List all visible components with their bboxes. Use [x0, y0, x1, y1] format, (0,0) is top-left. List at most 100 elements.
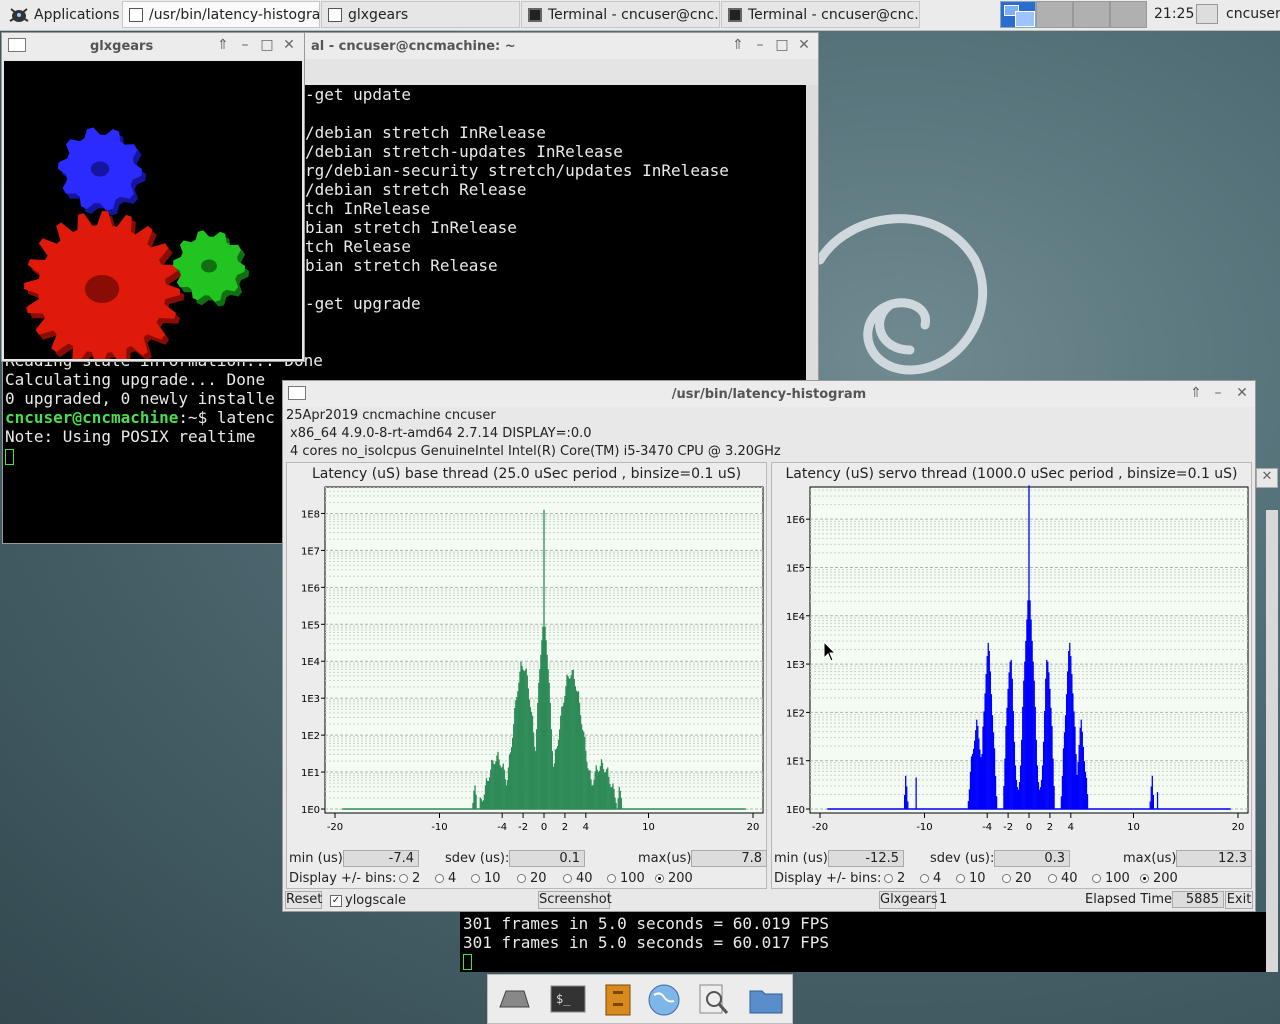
bins-option-100[interactable]: 100 [607, 871, 645, 886]
workspace-4[interactable] [1110, 1, 1147, 28]
bins-option-10[interactable]: 10 [956, 871, 986, 886]
term-line: -get update [305, 85, 411, 104]
y-tick-label: 1E6 [786, 515, 805, 526]
clock[interactable]: 21:25 [1154, 6, 1194, 22]
min-label: min (us) [774, 851, 828, 866]
network-icon[interactable] [1196, 4, 1218, 24]
minimize-icon[interactable]: – [236, 37, 254, 53]
minimize-icon[interactable]: – [1209, 385, 1227, 401]
exit-button[interactable]: Exit [1225, 891, 1253, 909]
term-line: 0 upgraded, 0 newly installe [5, 389, 275, 408]
folder-icon[interactable] [748, 983, 784, 1017]
bins-option-4[interactable]: 4 [435, 871, 456, 886]
y-tick-label: 1E0 [786, 805, 805, 816]
bins-option-label: 200 [1153, 871, 1178, 886]
ylogscale-checkbox[interactable]: ✓ ylogscale [330, 893, 406, 908]
y-tick-label: 1E3 [301, 694, 320, 705]
elapsed-label: Elapsed Time: [1085, 892, 1177, 907]
close-icon[interactable]: ✕ [1233, 385, 1251, 401]
bins-option-40[interactable]: 40 [563, 871, 593, 886]
terminal-scrollbar[interactable] [1266, 510, 1278, 972]
term-line: bian stretch InRelease [305, 218, 517, 237]
term-line: bian stretch Release [305, 256, 498, 275]
task-label: glxgears [348, 6, 409, 23]
ylogscale-label: ylogscale [345, 893, 407, 908]
y-tick-label: 1E2 [301, 731, 320, 742]
bins-option-200[interactable]: 200 [1140, 871, 1178, 886]
servo-histogram-chart: 1E01E11E21E31E41E51E6-20 -10 -4 -2 0 2 4 10 20 [786, 485, 1249, 833]
y-tick-label: 1E4 [786, 612, 805, 623]
workspace-2[interactable] [1036, 1, 1073, 28]
y-tick-label: 1E0 [301, 805, 320, 816]
workspace-3[interactable] [1073, 1, 1110, 28]
close-icon[interactable]: ✕ [795, 37, 813, 53]
bins-option-10[interactable]: 10 [471, 871, 501, 886]
show-desktop-icon[interactable] [496, 983, 532, 1017]
web-browser-icon[interactable] [646, 983, 682, 1017]
terminal-output[interactable]: 301 frames in 5.0 seconds = 60.019 FPS 3… [460, 912, 1266, 972]
bins-option-40[interactable]: 40 [1048, 871, 1078, 886]
maximize-icon[interactable]: □ [773, 37, 791, 53]
applications-icon [9, 7, 29, 22]
bins-option-2[interactable]: 2 [884, 871, 905, 886]
window-title: /usr/bin/latency-histogram [671, 386, 867, 402]
info-line-system: x86_64 4.9.0-8-rt-amd64 2.7.14 DISPLAY=:… [290, 426, 592, 441]
x-tick-label: 10 [1127, 822, 1140, 833]
term-line: /debian stretch-updates InRelease [305, 142, 623, 161]
bins-option-label: 200 [668, 871, 693, 886]
radio-icon [1140, 874, 1149, 883]
servo-thread-panel: Latency (uS) servo thread (1000.0 uSec p… [771, 462, 1252, 889]
x-tick-label: -10 [916, 822, 932, 833]
task-terminal-1[interactable]: Terminal - cncuser@cnc... [521, 1, 720, 28]
y-tick-label: 1E5 [301, 620, 320, 631]
task-glxgears[interactable]: glxgears [321, 1, 520, 28]
window-icon [129, 7, 143, 22]
workspace-1[interactable] [1000, 1, 1036, 28]
terminal-cursor [463, 954, 472, 970]
reset-button[interactable]: Reset [285, 891, 322, 909]
servo-plot-title: Latency (uS) servo thread (1000.0 uSec p… [785, 466, 1238, 482]
applications-menu[interactable]: Applications [2, 1, 120, 28]
close-icon[interactable]: ✕ [280, 37, 298, 53]
bins-option-20[interactable]: 20 [517, 871, 547, 886]
bins-option-label: 10 [484, 871, 501, 886]
base-sdev-value: 0.1 [509, 850, 585, 867]
gears-render [4, 61, 302, 359]
bins-option-200[interactable]: 200 [655, 871, 693, 886]
bins-option-label: 4 [448, 871, 457, 886]
window-sticky-icon[interactable]: ⇑ [1187, 385, 1205, 401]
task-terminal-2[interactable]: Terminal - cncuser@cnc... [721, 1, 920, 28]
mouse-pointer-icon [823, 641, 837, 662]
maximize-icon[interactable]: □ [258, 37, 276, 53]
task-latency-histogram[interactable]: /usr/bin/latency-histogram [122, 1, 320, 28]
x-tick-label: 10 [642, 822, 655, 833]
bins-option-100[interactable]: 100 [1092, 871, 1130, 886]
user-menu[interactable]: cncuser [1226, 6, 1280, 22]
window-title: al - cncuser@cncmachine: ~ [311, 38, 516, 54]
bins-option-20[interactable]: 20 [1002, 871, 1032, 886]
file-cabinet-icon[interactable] [600, 983, 636, 1017]
radio-icon [1002, 874, 1011, 883]
window-sticky-icon[interactable]: ⇑ [214, 37, 232, 53]
bins-option-2[interactable]: 2 [399, 871, 420, 886]
svg-text:$_: $_ [556, 992, 571, 1006]
close-icon[interactable]: ✕ [1256, 468, 1278, 488]
terminal-launcher-icon[interactable]: $_ [550, 983, 586, 1017]
window-menu-icon[interactable] [288, 386, 306, 400]
search-icon[interactable] [696, 983, 732, 1017]
glxgears-button[interactable]: Glxgears [879, 891, 938, 909]
window-menu-icon[interactable] [8, 38, 26, 52]
x-tick-label: 4 [1068, 822, 1074, 833]
radio-icon [1048, 874, 1057, 883]
term-line: /debian stretch Release [305, 180, 527, 199]
bins-option-4[interactable]: 4 [920, 871, 941, 886]
bins-option-label: 20 [1015, 871, 1032, 886]
x-tick-label: 20 [1232, 822, 1245, 833]
top-panel: Applications /usr/bin/latency-histogram … [0, 0, 1280, 31]
window-sticky-icon[interactable]: ⇑ [729, 37, 747, 53]
sdev-label: sdev (us): [445, 851, 510, 866]
screenshot-button[interactable]: Screenshot [538, 891, 612, 909]
workspace-switcher[interactable] [1000, 1, 1150, 28]
radio-icon [956, 874, 965, 883]
minimize-icon[interactable]: – [751, 37, 769, 53]
